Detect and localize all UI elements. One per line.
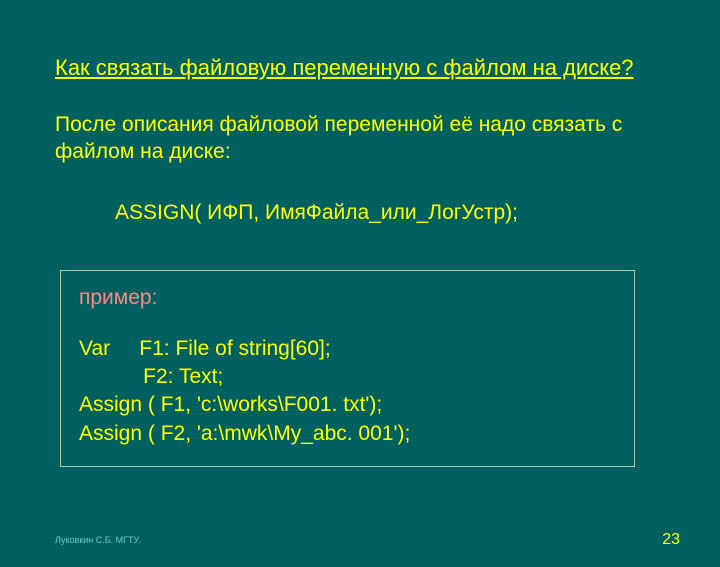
code-block: Var F1: File of string[60]; F2: Text; As… [79, 335, 616, 448]
page-number: 23 [662, 531, 680, 549]
example-box: пример: Var F1: File of string[60]; F2: … [60, 270, 635, 467]
footer-author: Луковкин С.Б. МГТУ. [55, 535, 141, 545]
slide-footer: Луковкин С.Б. МГТУ. 23 [55, 531, 680, 549]
slide-description: После описания файловой переменной её на… [55, 111, 680, 166]
slide-container: Как связать файловую переменную с файлом… [0, 0, 720, 567]
syntax-line: ASSIGN( ИФП, ИмяФайла_или_ЛогУстр); [115, 201, 680, 225]
slide-title: Как связать файловую переменную с файлом… [55, 55, 680, 81]
example-label: пример: [79, 286, 616, 310]
